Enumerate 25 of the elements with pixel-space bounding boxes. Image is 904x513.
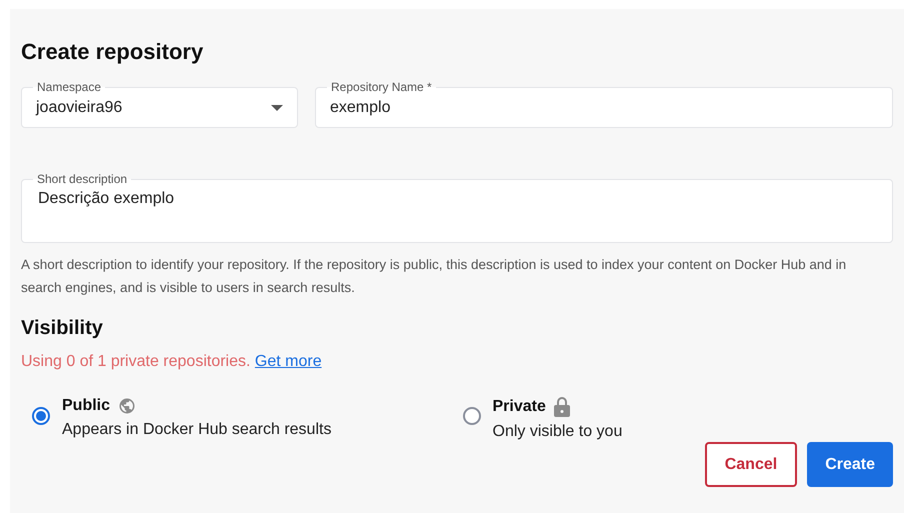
option-label: Private bbox=[492, 398, 546, 416]
field-value: joaovieira96 bbox=[36, 98, 124, 116]
option-hint: Appears in Docker Hub search results bbox=[62, 421, 332, 439]
field-value: Descrição exemplo bbox=[38, 190, 176, 208]
field-label: Repository Name * bbox=[327, 80, 436, 94]
get-more-link[interactable]: Get more bbox=[254, 353, 322, 370]
radio-button[interactable] bbox=[462, 407, 480, 425]
field-label: Short description bbox=[33, 172, 132, 186]
usage-text: Using 0 of 1 private repositories. Get more bbox=[21, 352, 323, 372]
dialog-title: Create repository bbox=[21, 38, 204, 66]
globe-icon bbox=[118, 397, 136, 415]
namespace-select[interactable]: Namespace joaovieira96 bbox=[21, 80, 298, 128]
section-heading: Visibility bbox=[21, 316, 104, 341]
cancel-button[interactable]: Cancel bbox=[704, 442, 798, 487]
dropdown-caret-icon bbox=[271, 104, 283, 110]
help-text: A short description to identify your repository. If the repository is public, this description is used to index your content on Docker Hub and in search engines, and is visible to users in search results. bbox=[21, 256, 848, 297]
description-field[interactable]: Short description Descrição exemplo bbox=[21, 172, 893, 243]
option-hint: Only visible to you bbox=[492, 423, 622, 441]
name-field[interactable]: Repository Name * exemplo bbox=[315, 80, 893, 128]
radio-button[interactable] bbox=[32, 407, 50, 425]
create-button[interactable]: Create bbox=[807, 442, 893, 487]
option-label: Public bbox=[62, 397, 110, 415]
lock-icon bbox=[554, 397, 570, 417]
field-value: exemplo bbox=[330, 98, 392, 116]
field-label: Namespace bbox=[33, 80, 106, 94]
